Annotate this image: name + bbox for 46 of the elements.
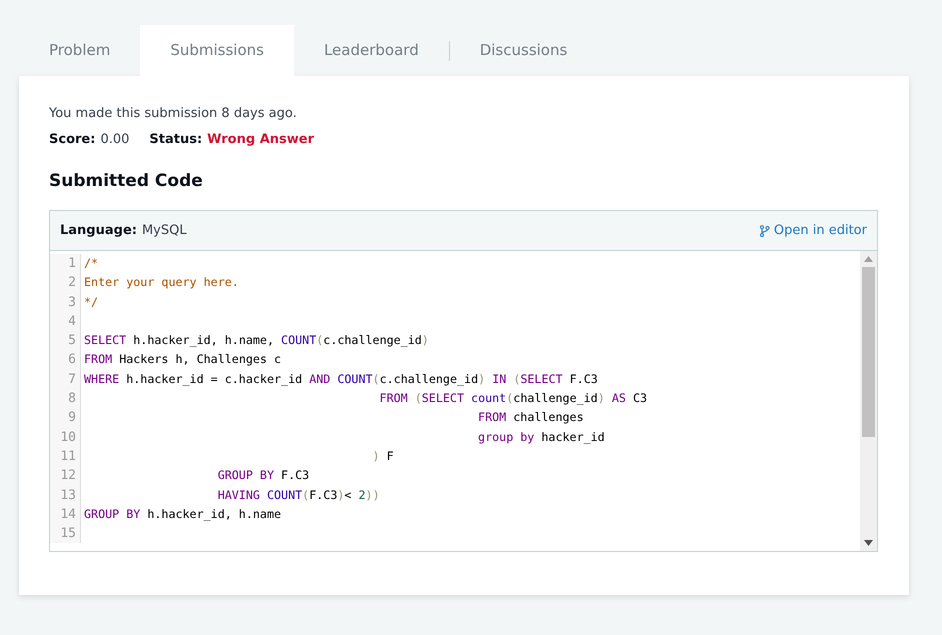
line-number: 15 <box>50 524 81 544</box>
code-line: WHERE h.hacker_id = c.hacker_id AND COUNT(c.challenge_id) IN (SELECT F.C3 <box>83 370 598 388</box>
line-number: 1 <box>50 254 81 274</box>
code-line: SELECT h.hacker_id, h.name, COUNT(c.challenge_id) <box>83 332 429 350</box>
line-number: 5 <box>50 331 81 350</box>
scrollbar[interactable] <box>860 251 877 551</box>
tab[interactable]: Problem <box>19 25 140 76</box>
line-number: 6 <box>50 350 81 370</box>
scroll-up-icon[interactable] <box>864 256 873 262</box>
line-number: 3 <box>50 292 81 312</box>
scroll-down-icon[interactable] <box>864 540 873 546</box>
line-number: 8 <box>50 389 81 408</box>
code-line: GROUP BY h.hacker_id, h.name <box>83 506 282 523</box>
code-line: HAVING COUNT(F.C3)< 2)) <box>216 486 380 504</box>
score-label: Score: <box>49 132 96 147</box>
line-number: 4 <box>50 312 81 332</box>
code-line: Enter your query here. <box>83 274 239 292</box>
code-line: FROM Hackers h, Challenges c <box>83 351 282 368</box>
tab[interactable]: Leaderboard <box>294 25 449 76</box>
line-number: 14 <box>50 504 81 524</box>
score-value: 0.00 <box>100 132 130 147</box>
status-value: Wrong Answer <box>207 132 314 147</box>
line-number: 9 <box>50 408 81 428</box>
code-line: */ <box>83 294 98 311</box>
submission-note: You made this submission 8 days ago. <box>49 106 298 121</box>
section-title: Submitted Code <box>49 171 204 191</box>
status-label: Status: <box>149 132 202 147</box>
line-number: 7 <box>50 370 81 390</box>
language-label: Language: <box>60 223 137 238</box>
code-line: FROM challenges <box>477 409 584 426</box>
line-number: 10 <box>50 428 81 447</box>
code-line: FROM (SELECT count(challenge_id) AS C3 <box>378 390 648 408</box>
code-line: group by hacker_id <box>477 428 605 446</box>
line-number: 11 <box>50 446 81 466</box>
code-line: ) F <box>371 448 394 465</box>
code-line: GROUP BY F.C3 <box>216 467 310 484</box>
line-number: 12 <box>50 466 81 486</box>
open-in-editor-link[interactable]: Open in editor <box>758 223 867 238</box>
tab[interactable]: Discussions <box>450 25 598 76</box>
code-line: /* <box>83 255 98 272</box>
scroll-thumb[interactable] <box>862 267 875 437</box>
line-number: 2 <box>50 273 81 293</box>
language-value: MySQL <box>142 223 187 238</box>
branch-icon <box>758 224 770 236</box>
tab[interactable]: Submissions <box>140 25 294 76</box>
line-number: 13 <box>50 486 81 505</box>
